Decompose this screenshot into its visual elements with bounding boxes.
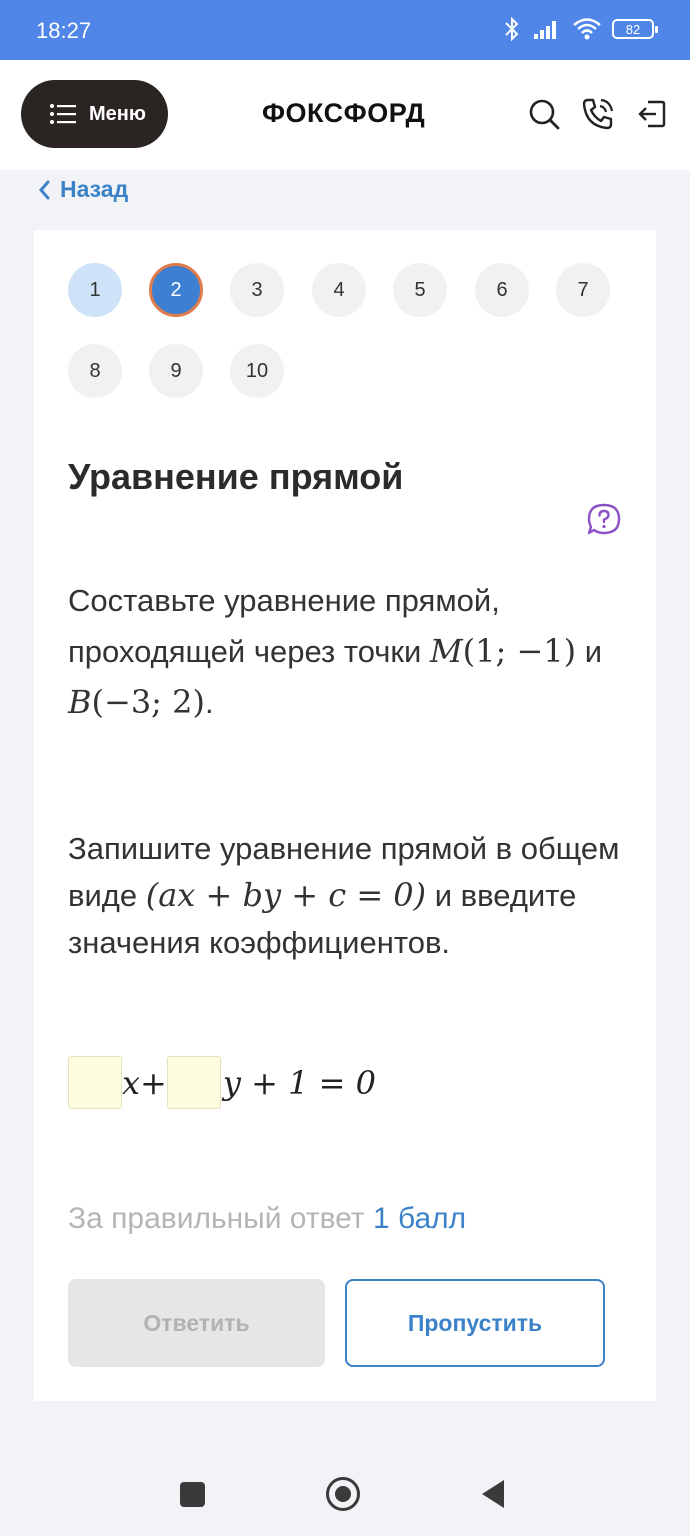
- task-instruction: Запишите уравнение прямой в общем виде (…: [68, 825, 628, 966]
- point-m-name: M: [429, 632, 463, 670]
- step-3[interactable]: 3: [230, 263, 284, 317]
- point-m-coords: (1; −1): [462, 632, 577, 670]
- eq-x-term: x+: [122, 1063, 167, 1102]
- foxford-logo[interactable]: ФОКСФОРД: [262, 98, 425, 129]
- step-1[interactable]: 1: [68, 263, 122, 317]
- point-b-coords: (−3; 2): [91, 683, 205, 721]
- score-info: За правильный ответ 1 балл: [68, 1202, 466, 1236]
- search-icon[interactable]: [526, 96, 562, 132]
- general-form-formula: (ax + by + c = 0): [145, 876, 427, 914]
- help-icon[interactable]: [586, 502, 622, 538]
- menu-label: Меню: [89, 102, 146, 125]
- eq-rest: y + 1 = 0: [222, 1063, 376, 1102]
- home-icon[interactable]: [326, 1477, 360, 1511]
- back-triangle-icon[interactable]: [482, 1480, 504, 1508]
- signal-icon: [534, 21, 556, 39]
- step-7[interactable]: 7: [556, 263, 610, 317]
- back-link[interactable]: Назад: [38, 176, 128, 203]
- task-card: 1 2 3 4 5 6 7 8 9 10 Уравнение прямой Со…: [34, 230, 656, 1401]
- battery-level: 82: [625, 21, 641, 37]
- task-title: Уравнение прямой: [68, 456, 404, 497]
- answer-equation: x+ y + 1 = 0: [68, 1056, 376, 1109]
- step-10[interactable]: 10: [230, 344, 284, 398]
- recent-apps-icon[interactable]: [180, 1482, 205, 1507]
- bluetooth-icon: [505, 16, 519, 42]
- phone-icon[interactable]: [580, 96, 616, 132]
- step-8[interactable]: 8: [68, 344, 122, 398]
- task-text-end: .: [204, 685, 214, 720]
- point-b-name: B: [68, 683, 92, 721]
- coefficient-a-input[interactable]: [68, 1056, 122, 1109]
- score-prefix: За правильный ответ: [68, 1202, 373, 1235]
- answer-button[interactable]: Ответить: [68, 1279, 325, 1367]
- status-icons: 82: [502, 16, 658, 42]
- step-6[interactable]: 6: [475, 263, 529, 317]
- skip-button[interactable]: Пропустить: [345, 1279, 605, 1367]
- task-statement: Составьте уравнение прямой, проходящей ч…: [68, 575, 628, 728]
- battery-icon: 82: [612, 19, 658, 39]
- status-bar: 18:27 82: [0, 0, 690, 60]
- system-nav-bar: [0, 1440, 690, 1536]
- step-9[interactable]: 9: [149, 344, 203, 398]
- back-label: Назад: [60, 176, 129, 202]
- app-header: Меню ФОКСФОРД: [0, 60, 690, 170]
- coefficient-b-input[interactable]: [166, 1056, 221, 1109]
- step-4[interactable]: 4: [312, 263, 366, 317]
- wifi-icon: [573, 18, 601, 40]
- logout-icon[interactable]: [634, 96, 670, 132]
- menu-button[interactable]: Меню: [21, 80, 168, 148]
- status-time: 18:27: [36, 18, 92, 43]
- step-5[interactable]: 5: [393, 263, 447, 317]
- step-2[interactable]: 2: [149, 263, 203, 317]
- task-text-and: и: [576, 634, 603, 669]
- score-points: 1 балл: [372, 1202, 467, 1235]
- chevron-left-icon: [39, 180, 50, 199]
- menu-icon: [50, 104, 76, 124]
